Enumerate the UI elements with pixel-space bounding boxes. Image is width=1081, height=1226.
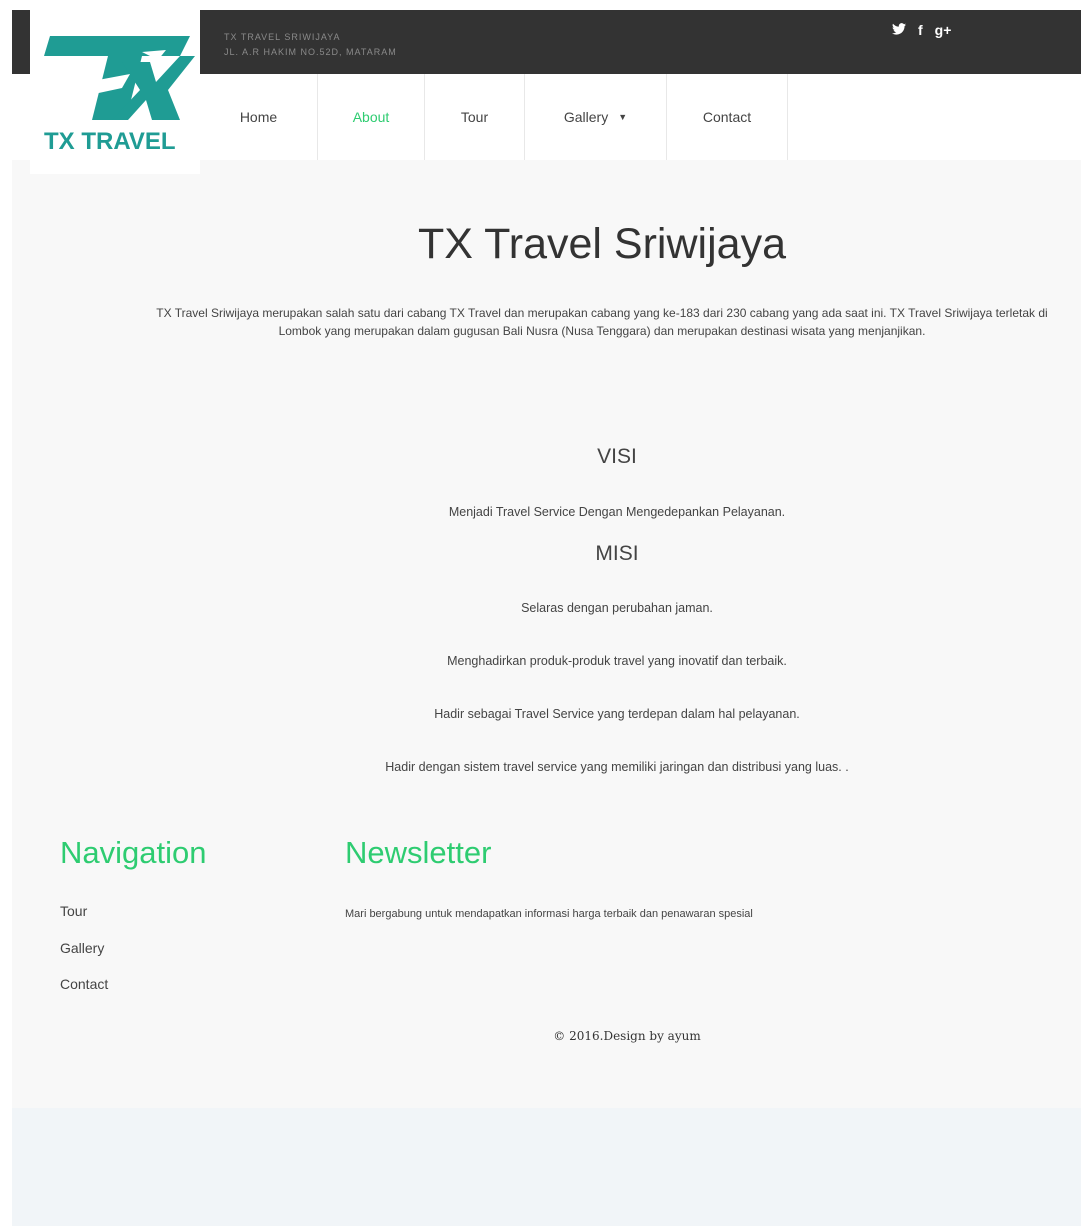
misi-item: Hadir dengan sistem travel service yang … <box>385 760 849 774</box>
nav-home[interactable]: Home <box>200 74 318 160</box>
intro-paragraph: TX Travel Sriwijaya merupakan salah satu… <box>156 306 1048 338</box>
misi-heading: MISI <box>595 542 639 565</box>
newsletter-text: Mari bergabung untuk mendapatkan informa… <box>345 908 753 920</box>
footer-navigation-heading: Navigation <box>60 835 207 870</box>
logo-text: TX TRAVEL <box>44 128 176 155</box>
nav-about[interactable]: About <box>318 74 425 160</box>
chevron-down-icon: ▼ <box>618 112 628 122</box>
company-name: TX TRAVEL SRIWIJAYA <box>224 32 341 42</box>
twitter-icon[interactable] <box>892 22 906 38</box>
address-line: JL. A.R HAKIM NO.52D, MATARAM <box>224 47 397 57</box>
company-address: TX TRAVEL SRIWIJAYA JL. A.R HAKIM NO.52D… <box>224 30 397 60</box>
visi-heading: VISI <box>597 445 637 468</box>
nav-tour-label: Tour <box>460 109 489 125</box>
main-nav: Home About Tour Gallery ▼ Contact <box>200 74 1081 160</box>
visi-text: Menjadi Travel Service Dengan Mengedepan… <box>448 505 786 519</box>
nav-gallery-label: Gallery <box>563 109 609 125</box>
footer-link-contact[interactable]: Contact <box>60 976 108 992</box>
page-title: TX Travel Sriwijaya <box>418 220 786 268</box>
nav-contact-label: Contact <box>702 109 752 125</box>
nav-tour[interactable]: Tour <box>425 74 525 160</box>
footer-link-tour[interactable]: Tour <box>60 903 87 919</box>
main-content: TX Travel Sriwijaya TX Travel Sriwijaya … <box>12 160 1081 1108</box>
page-bottom-band <box>12 1108 1081 1226</box>
social-links: f g+ <box>892 22 951 38</box>
google-plus-icon[interactable]: g+ <box>935 22 952 38</box>
facebook-icon[interactable]: f <box>918 22 923 38</box>
logo[interactable]: TX TRAVEL <box>30 10 200 174</box>
nav-contact[interactable]: Contact <box>667 74 788 160</box>
misi-item: Menghadirkan produk-produk travel yang i… <box>447 654 787 668</box>
nav-gallery[interactable]: Gallery ▼ <box>525 74 667 160</box>
misi-item: Hadir sebagai Travel Service yang terdep… <box>434 707 800 721</box>
footer-link-gallery[interactable]: Gallery <box>60 940 104 956</box>
nav-about-label: About <box>352 109 390 125</box>
copyright: © 2016.Design by ayum <box>553 1029 701 1043</box>
newsletter-heading: Newsletter <box>345 835 492 870</box>
logo-tx-mark <box>44 36 195 120</box>
misi-item: Selaras dengan perubahan jaman. <box>521 601 713 615</box>
nav-home-label: Home <box>239 109 278 125</box>
